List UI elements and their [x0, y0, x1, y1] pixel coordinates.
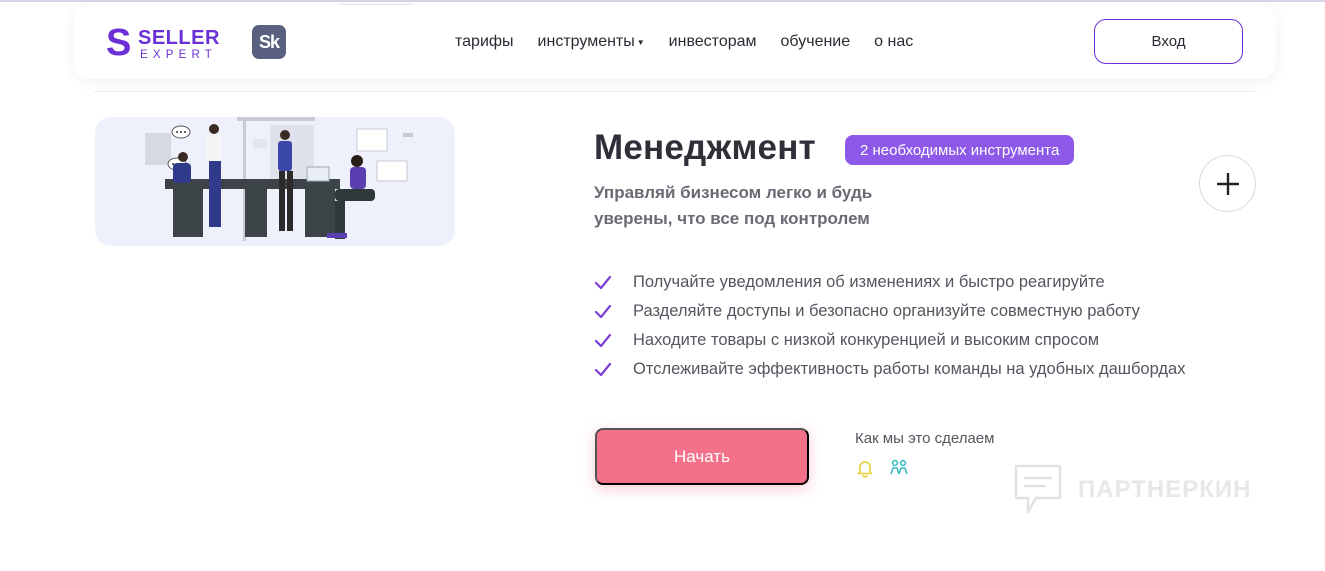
nav-item-education[interactable]: обучение — [781, 33, 851, 51]
nav-item-pricing[interactable]: тарифы — [455, 33, 514, 51]
nav-label: тарифы — [455, 33, 514, 50]
plus-icon — [1216, 172, 1239, 195]
section-title: Менеджмент — [594, 128, 816, 167]
seller-expert-logo[interactable]: S SELLER EXPERT — [106, 22, 236, 65]
team-icon[interactable] — [889, 458, 909, 478]
nav-item-investors[interactable]: инвесторам — [669, 33, 757, 51]
feature-list: Получайте уведомления об изменениях и бы… — [594, 268, 1185, 384]
main-nav: тарифы инструменты ▼ инвесторам обучение … — [455, 33, 937, 51]
feature-text: Находите товары с низкой конкуренцией и … — [633, 331, 1100, 349]
nav-item-about[interactable]: о нас — [874, 33, 913, 51]
section-subtitle: Управляй бизнесом легко и будь уверены, … — [594, 183, 873, 228]
login-button[interactable]: Вход — [1094, 19, 1243, 64]
header-divider — [94, 91, 1254, 92]
nav-label: обучение — [780, 33, 851, 50]
feature-text: Получайте уведомления об изменениях и бы… — [633, 273, 1105, 291]
caret-down-icon: ▼ — [636, 37, 645, 47]
logo-text-expert: EXPERT — [140, 49, 218, 61]
nav-label: инвесторам — [668, 33, 757, 50]
check-icon — [594, 303, 612, 321]
chat-bubble-icon — [1014, 464, 1062, 514]
feature-item: Разделяйте доступы и безопасно организуй… — [594, 297, 1185, 326]
check-icon — [594, 361, 612, 379]
feature-item: Находите товары с низкой конкуренцией и … — [594, 326, 1185, 355]
site-header: S SELLER EXPERT Sk тарифы инструменты ▼ и… — [74, 5, 1276, 79]
nav-label: инструменты — [537, 33, 635, 50]
check-icon — [594, 274, 612, 292]
management-illustration — [95, 117, 455, 246]
how-we-do-it-label: Как мы это сделаем — [855, 430, 995, 447]
tool-icons — [855, 458, 909, 478]
bell-icon[interactable] — [855, 458, 875, 478]
expand-button[interactable] — [1199, 155, 1256, 212]
feature-item: Отслеживайте эффективность работы команд… — [594, 355, 1185, 384]
feature-text: Отслеживайте эффективность работы команд… — [633, 360, 1186, 378]
logo-mark: S — [106, 22, 132, 64]
nav-item-tools[interactable]: инструменты ▼ — [538, 33, 645, 51]
logo-text-seller: SELLER — [138, 27, 220, 49]
partnerkin-watermark: ПАРТНЕРКИН — [1012, 462, 1252, 518]
team-meeting-illustration — [145, 117, 413, 241]
tools-count-badge: 2 необходимых инструмента — [845, 135, 1075, 165]
nav-label: о нас — [874, 33, 914, 50]
start-button[interactable]: Начать — [595, 428, 809, 485]
feature-text: Разделяйте доступы и безопасно организуй… — [633, 302, 1140, 320]
skolkovo-badge[interactable]: Sk — [252, 25, 286, 59]
check-icon — [594, 332, 612, 350]
feature-item: Получайте уведомления об изменениях и бы… — [594, 268, 1185, 297]
watermark-text: ПАРТНЕРКИН — [1078, 476, 1252, 503]
